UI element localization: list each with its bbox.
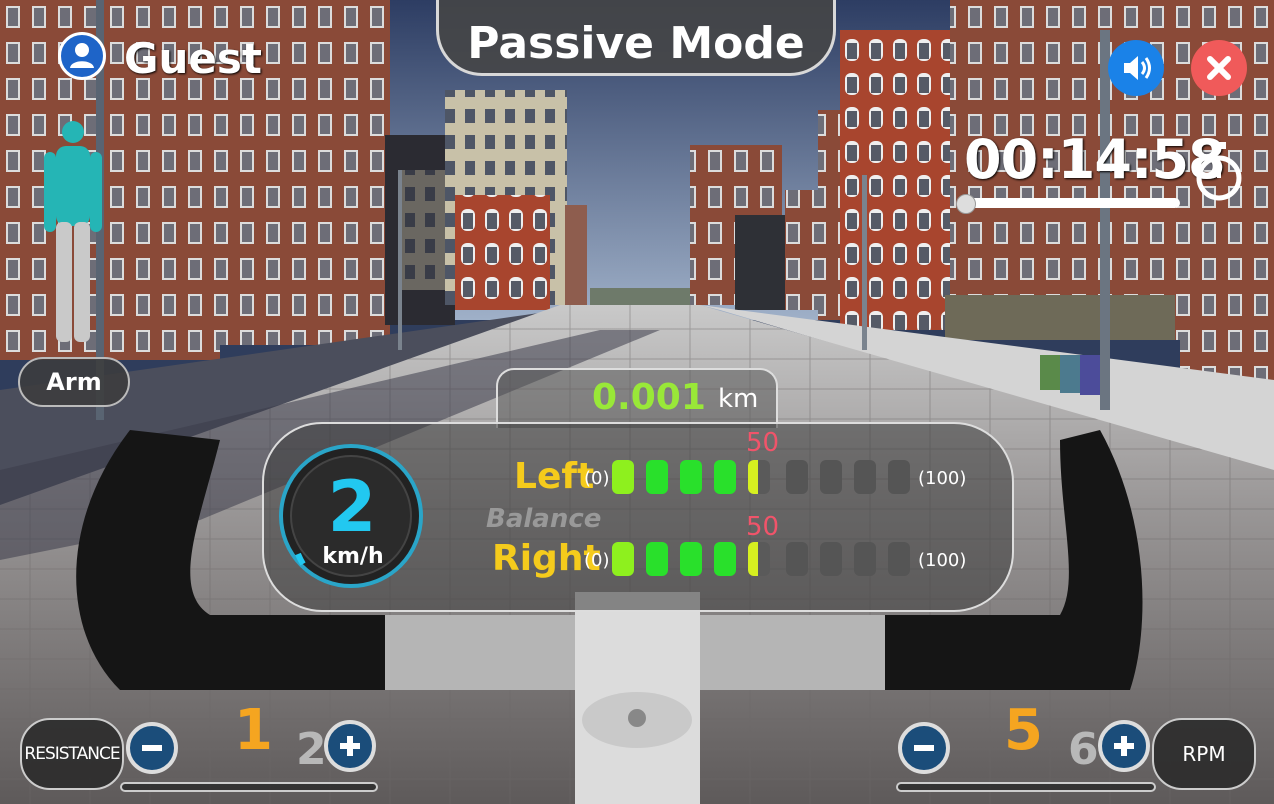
timer-progress-knob[interactable] bbox=[956, 194, 976, 214]
elapsed-timer: 00:14:58 bbox=[964, 128, 1226, 191]
left-segment bbox=[786, 460, 808, 494]
user-name: Guest bbox=[124, 34, 262, 83]
left-max-label: (100) bbox=[918, 468, 967, 489]
left-segment bbox=[646, 460, 668, 494]
rpm-minus-button[interactable] bbox=[898, 722, 950, 774]
stopwatch-icon bbox=[1196, 142, 1242, 201]
left-segment bbox=[680, 460, 702, 494]
minus-icon bbox=[142, 745, 162, 751]
distance-unit: km bbox=[718, 384, 759, 414]
speed-value: 2 bbox=[327, 466, 377, 548]
mode-banner: Passive Mode bbox=[436, 0, 836, 76]
right-segment-partial bbox=[748, 542, 758, 576]
left-segment bbox=[714, 460, 736, 494]
right-min-label: (0) bbox=[584, 550, 610, 571]
left-segment bbox=[888, 460, 910, 494]
left-segment-partial bbox=[748, 460, 758, 494]
rpm-plus-button[interactable] bbox=[1098, 720, 1150, 772]
rpm-next-value: 6 bbox=[1068, 724, 1099, 775]
right-balance-marker: 50 bbox=[746, 512, 780, 542]
timer-progress-track bbox=[962, 198, 1180, 208]
right-segment bbox=[646, 542, 668, 576]
right-segment bbox=[786, 542, 808, 576]
plus-icon bbox=[340, 736, 360, 756]
resistance-next-value: 2 bbox=[296, 724, 327, 775]
speaker-icon[interactable] bbox=[1108, 40, 1164, 96]
right-segment bbox=[854, 542, 876, 576]
body-mode-button[interactable]: Arm bbox=[18, 357, 130, 407]
resistance-minus-button[interactable] bbox=[126, 722, 178, 774]
right-segment bbox=[680, 542, 702, 576]
resistance-track bbox=[120, 782, 378, 792]
left-segment bbox=[854, 460, 876, 494]
right-segment bbox=[714, 542, 736, 576]
right-segment bbox=[888, 542, 910, 576]
rpm-track bbox=[896, 782, 1156, 792]
left-balance-marker: 50 bbox=[746, 428, 780, 458]
right-segment bbox=[612, 542, 634, 576]
right-segment bbox=[820, 542, 842, 576]
distance-value: 0.001 bbox=[592, 377, 706, 418]
rpm-label: RPM bbox=[1152, 718, 1256, 790]
resistance-plus-button[interactable] bbox=[324, 720, 376, 772]
rpm-current-value: 5 bbox=[1004, 698, 1043, 763]
resistance-label: RESISTANCE bbox=[20, 718, 124, 790]
user-icon bbox=[58, 32, 106, 80]
close-icon[interactable] bbox=[1191, 40, 1247, 96]
left-segment bbox=[820, 460, 842, 494]
resistance-current-value: 1 bbox=[234, 698, 273, 763]
mode-title: Passive Mode bbox=[467, 18, 805, 69]
speed-unit: km/h bbox=[322, 544, 384, 569]
left-segment bbox=[612, 460, 634, 494]
left-label: Left bbox=[514, 456, 595, 497]
body-figure-icon bbox=[44, 121, 102, 342]
minus-icon bbox=[914, 745, 934, 751]
balance-label: Balance bbox=[486, 504, 602, 534]
plus-icon bbox=[1114, 736, 1134, 756]
right-max-label: (100) bbox=[918, 550, 967, 571]
left-min-label: (0) bbox=[584, 468, 610, 489]
